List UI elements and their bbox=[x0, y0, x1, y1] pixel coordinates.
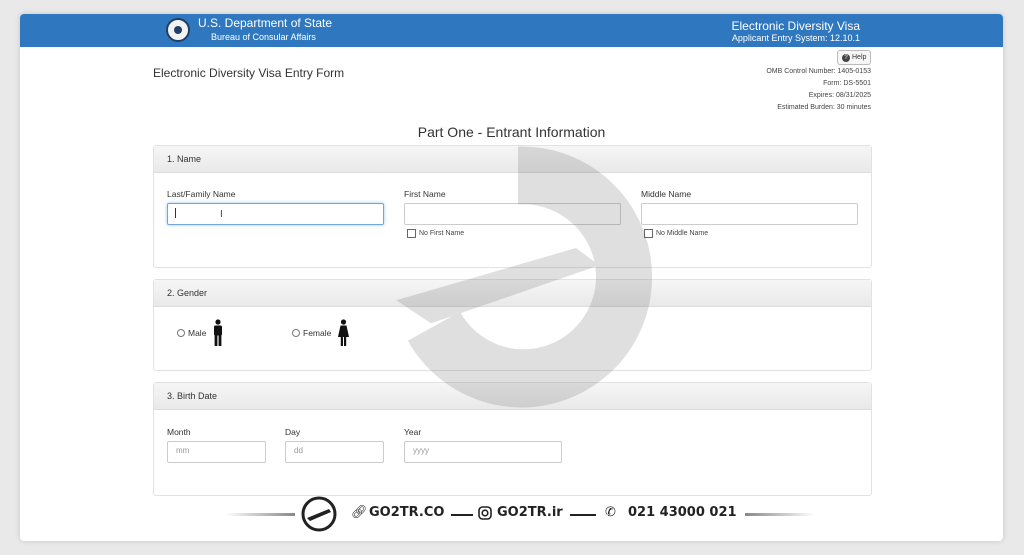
no-middle-name-checkbox[interactable]: No Middle Name bbox=[644, 229, 708, 238]
footer-instagram: GO2TR.ir bbox=[497, 505, 563, 520]
department-name: U.S. Department of State bbox=[198, 16, 333, 30]
birth-year-input[interactable]: yyyy bbox=[404, 441, 562, 463]
month-label: Month bbox=[167, 427, 191, 437]
form-title: Electronic Diversity Visa Entry Form bbox=[153, 66, 345, 80]
birth-date-heading: 3. Birth Date bbox=[154, 383, 871, 410]
form-number: Form: DS-5501 bbox=[823, 80, 871, 87]
birth-day-input[interactable]: dd bbox=[285, 441, 384, 463]
estimated-burden: Estimated Burden: 30 minutes bbox=[777, 104, 871, 111]
mouse-ibeam-icon: I bbox=[220, 209, 223, 220]
expiry-date: Expires: 08/31/2025 bbox=[808, 92, 871, 99]
seal-icon bbox=[166, 18, 190, 42]
footer-phone: 021 43000 021 bbox=[628, 505, 737, 520]
name-panel: 1. Name Last/Family Name First Name Midd… bbox=[153, 145, 872, 268]
first-name-input[interactable] bbox=[404, 203, 621, 225]
radio-circle bbox=[292, 329, 300, 337]
last-name-input[interactable]: I bbox=[167, 203, 384, 225]
header-banner: U.S. Department of State Bureau of Consu… bbox=[20, 14, 1003, 47]
instagram-icon bbox=[478, 506, 492, 520]
footer-dash bbox=[451, 514, 473, 516]
female-icon bbox=[338, 319, 350, 346]
radio-circle bbox=[177, 329, 185, 337]
name-heading: 1. Name bbox=[154, 146, 871, 173]
footer-website: GO2TR.CO bbox=[369, 505, 445, 520]
checkbox-box bbox=[407, 229, 416, 238]
day-label: Day bbox=[285, 427, 301, 437]
gender-panel: 2. Gender Male Female bbox=[153, 279, 872, 371]
go2tr-logo bbox=[301, 496, 337, 532]
phone-icon: ✆ bbox=[605, 504, 616, 519]
system-title: Electronic Diversity Visa bbox=[731, 19, 860, 33]
text-cursor bbox=[175, 208, 176, 218]
footer-line-right bbox=[745, 513, 815, 516]
checkbox-box bbox=[644, 229, 653, 238]
male-icon bbox=[214, 319, 223, 346]
footer-line-left bbox=[225, 513, 295, 516]
birth-date-panel: 3. Birth Date Month Day Year mm dd yyyy bbox=[153, 382, 872, 496]
birth-month-input[interactable]: mm bbox=[167, 441, 266, 463]
link-icon: 🔗︎ bbox=[351, 504, 368, 519]
bureau-name: Bureau of Consular Affairs bbox=[211, 32, 316, 42]
female-label: Female bbox=[303, 328, 332, 338]
no-first-name-checkbox[interactable]: No First Name bbox=[407, 229, 464, 238]
last-name-label: Last/Family Name bbox=[167, 189, 236, 199]
footer-dash bbox=[570, 514, 596, 516]
gender-male-radio[interactable]: Male bbox=[177, 319, 224, 347]
year-label: Year bbox=[404, 427, 422, 437]
male-label: Male bbox=[188, 328, 207, 338]
no-middle-name-label: No Middle Name bbox=[656, 230, 709, 237]
part-title: Part One - Entrant Information bbox=[417, 124, 606, 140]
browser-window: U.S. Department of State Bureau of Consu… bbox=[20, 14, 1003, 541]
help-button[interactable]: ? Help bbox=[837, 50, 872, 65]
omb-number: OMB Control Number: 1405-0153 bbox=[766, 68, 871, 75]
footer-brand: 🔗︎ GO2TR.CO GO2TR.ir ✆ 021 43000 021 bbox=[225, 494, 815, 534]
middle-name-input[interactable] bbox=[641, 203, 858, 225]
system-subtitle: Applicant Entry System: 12.10.1 bbox=[731, 33, 860, 43]
gender-heading: 2. Gender bbox=[154, 280, 871, 307]
help-icon: ? bbox=[842, 54, 850, 62]
gender-female-radio[interactable]: Female bbox=[292, 319, 350, 347]
middle-name-label: Middle Name bbox=[641, 189, 692, 199]
first-name-label: First Name bbox=[404, 189, 446, 199]
no-first-name-label: No First Name bbox=[419, 230, 465, 237]
help-label: Help bbox=[852, 54, 867, 61]
